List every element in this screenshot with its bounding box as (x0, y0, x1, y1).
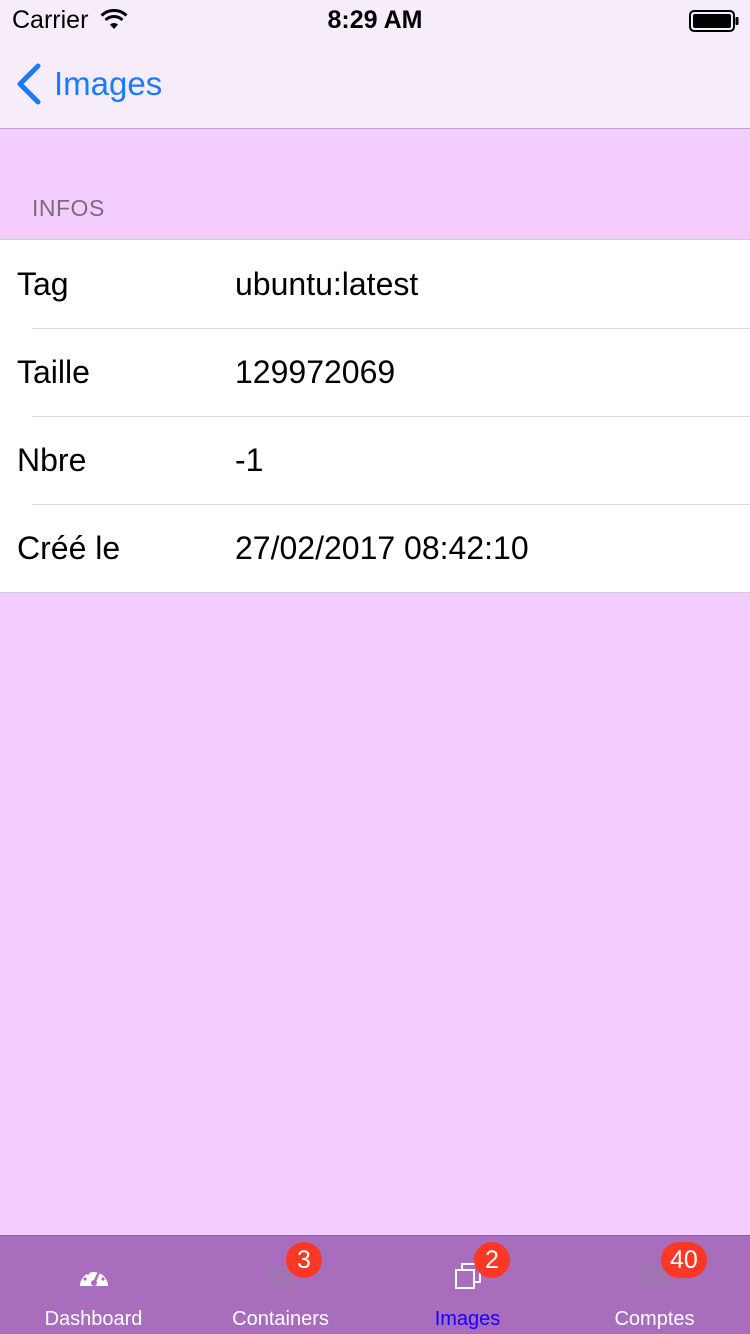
battery-icon (689, 10, 739, 32)
tab-images[interactable]: 2 Images (374, 1236, 561, 1334)
navigation-bar: Images (0, 40, 750, 129)
tab-label: Dashboard (44, 1308, 143, 1330)
info-value: 129972069 (235, 353, 396, 390)
badge-containers: 3 (286, 1242, 322, 1278)
back-button-label: Images (54, 65, 163, 102)
tab-label: Containers (232, 1308, 329, 1330)
info-row-count: Nbre -1 (0, 416, 750, 504)
tab-comptes[interactable]: 40 Comptes (561, 1236, 748, 1334)
chevron-left-icon (17, 63, 41, 105)
tab-bar: Dashboard 3 Containers 2 Images 40 Compt… (0, 1235, 750, 1334)
info-row-size: Taille 129972069 (0, 328, 750, 416)
info-key: Taille (17, 353, 90, 390)
info-value: ubuntu:latest (235, 265, 419, 302)
info-value: -1 (235, 441, 264, 478)
dashboard-gauge-icon (79, 1268, 108, 1286)
section-header: INFOS (32, 195, 105, 221)
info-value: 27/02/2017 08:42:10 (235, 529, 529, 566)
clock: 8:29 AM (327, 6, 423, 34)
info-key: Tag (17, 265, 69, 302)
back-button[interactable]: Images (14, 60, 162, 108)
tab-dashboard[interactable]: Dashboard (0, 1236, 187, 1334)
info-key: Créé le (17, 529, 121, 566)
tab-label: Images (434, 1308, 501, 1330)
tab-containers[interactable]: 3 Containers (187, 1236, 374, 1334)
info-table: Tag ubuntu:latest Taille 129972069 Nbre … (0, 239, 750, 593)
status-bar: Carrier 8:29 AM (0, 0, 750, 40)
tab-label: Comptes (614, 1308, 695, 1330)
info-row-created: Créé le 27/02/2017 08:42:10 (0, 504, 750, 592)
info-row-tag: Tag ubuntu:latest (0, 240, 750, 328)
info-key: Nbre (17, 441, 87, 478)
badge-comptes: 40 (661, 1242, 707, 1278)
badge-images: 2 (474, 1242, 510, 1278)
